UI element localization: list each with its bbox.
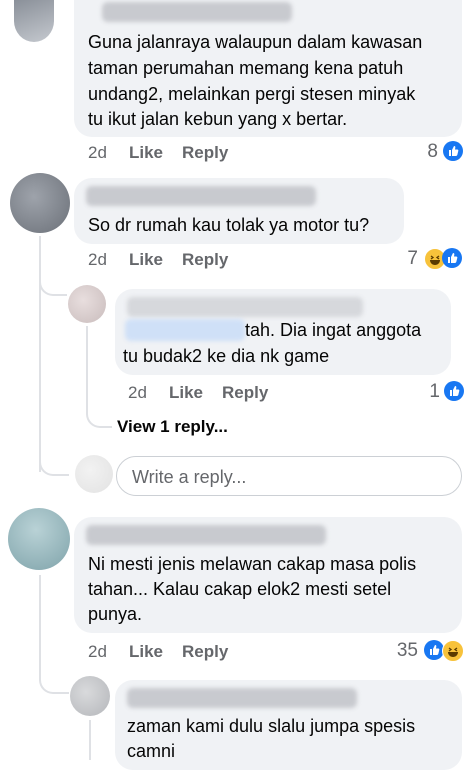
reaction-count[interactable]: 8 bbox=[410, 141, 438, 163]
tagged-name[interactable] bbox=[125, 319, 245, 341]
comment-bubble: So dr rumah kau tolak ya motor tu? bbox=[74, 178, 404, 244]
commenter-name[interactable] bbox=[127, 297, 363, 317]
reply-button[interactable]: Reply bbox=[182, 250, 228, 270]
reply-button[interactable]: Reply bbox=[182, 642, 228, 662]
reply-connector bbox=[39, 266, 67, 296]
reply-connector bbox=[39, 664, 69, 694]
reply-connector bbox=[39, 440, 69, 476]
comment-text-line: camni bbox=[127, 741, 176, 761]
comment-time[interactable]: 2d bbox=[88, 642, 107, 662]
reply-input[interactable]: Write a reply... bbox=[116, 456, 462, 496]
comment-text-line: Ni mesti jenis melawan cakap masa polis bbox=[88, 554, 417, 574]
thread-line bbox=[89, 720, 91, 760]
reaction-count[interactable]: 7 bbox=[390, 248, 418, 270]
comment-text-line: So dr rumah kau tolak ya motor tu? bbox=[88, 215, 370, 235]
reply-button[interactable]: Reply bbox=[182, 143, 228, 163]
comment-bubble: Ni mesti jenis melawan cakap masa polis … bbox=[74, 517, 462, 633]
avatar[interactable] bbox=[10, 173, 70, 233]
reply-bubble: zaman kami dulu slalu jumpa spesis camni bbox=[115, 680, 462, 770]
thread-line bbox=[86, 326, 88, 406]
avatar[interactable] bbox=[75, 455, 113, 493]
reply-button[interactable]: Reply bbox=[222, 383, 268, 403]
like-icon bbox=[444, 381, 464, 401]
comment-time[interactable]: 2d bbox=[88, 250, 107, 270]
comment-text-line: Guna jalanraya walaupun dalam kawasan bbox=[88, 32, 423, 52]
comment-text-line: tu budak2 ke dia nk game bbox=[123, 346, 330, 366]
reply-connector bbox=[86, 400, 112, 428]
like-icon bbox=[443, 141, 463, 161]
thread-line bbox=[39, 575, 41, 675]
like-icon bbox=[424, 640, 444, 660]
reaction-count[interactable]: 1 bbox=[412, 381, 440, 403]
avatar[interactable] bbox=[8, 508, 70, 570]
comment-time[interactable]: 2d bbox=[128, 383, 147, 403]
like-icon bbox=[442, 248, 462, 268]
comment-text-line: zaman kami dulu slalu jumpa spesis bbox=[127, 716, 416, 736]
avatar[interactable] bbox=[70, 676, 110, 716]
comment-text-line: tah. Dia ingat anggota bbox=[245, 320, 422, 340]
commenter-name[interactable] bbox=[127, 688, 357, 708]
commenter-name[interactable] bbox=[86, 525, 326, 545]
comment-text-line: undang2, melainkan pergi stesen minyak bbox=[88, 84, 416, 104]
comment-time[interactable]: 2d bbox=[88, 143, 107, 163]
reply-input-placeholder: Write a reply... bbox=[132, 467, 247, 487]
reaction-count[interactable]: 35 bbox=[380, 640, 418, 662]
like-button[interactable]: Like bbox=[129, 250, 163, 270]
avatar[interactable] bbox=[14, 0, 54, 42]
like-button[interactable]: Like bbox=[129, 143, 163, 163]
reply-bubble: tah. Dia ingat anggota tu budak2 ke dia … bbox=[115, 289, 451, 375]
comment-text-line: taman perumahan memang kena patuh bbox=[88, 58, 404, 78]
comment-text-line: punya. bbox=[88, 604, 143, 624]
comment-text-line: tahan... Kalau cakap elok2 mesti setel bbox=[88, 579, 392, 599]
commenter-name[interactable] bbox=[86, 186, 316, 206]
like-button[interactable]: Like bbox=[169, 383, 203, 403]
comment-bubble: Guna jalanraya walaupun dalam kawasan ta… bbox=[74, 0, 462, 137]
like-button[interactable]: Like bbox=[129, 642, 163, 662]
haha-icon bbox=[442, 640, 464, 662]
view-replies-link[interactable]: View 1 reply... bbox=[117, 417, 228, 437]
commenter-name[interactable] bbox=[102, 2, 292, 22]
comment-text-line: tu ikut jalan kebun yang x bertar. bbox=[88, 109, 348, 129]
avatar[interactable] bbox=[68, 285, 106, 323]
